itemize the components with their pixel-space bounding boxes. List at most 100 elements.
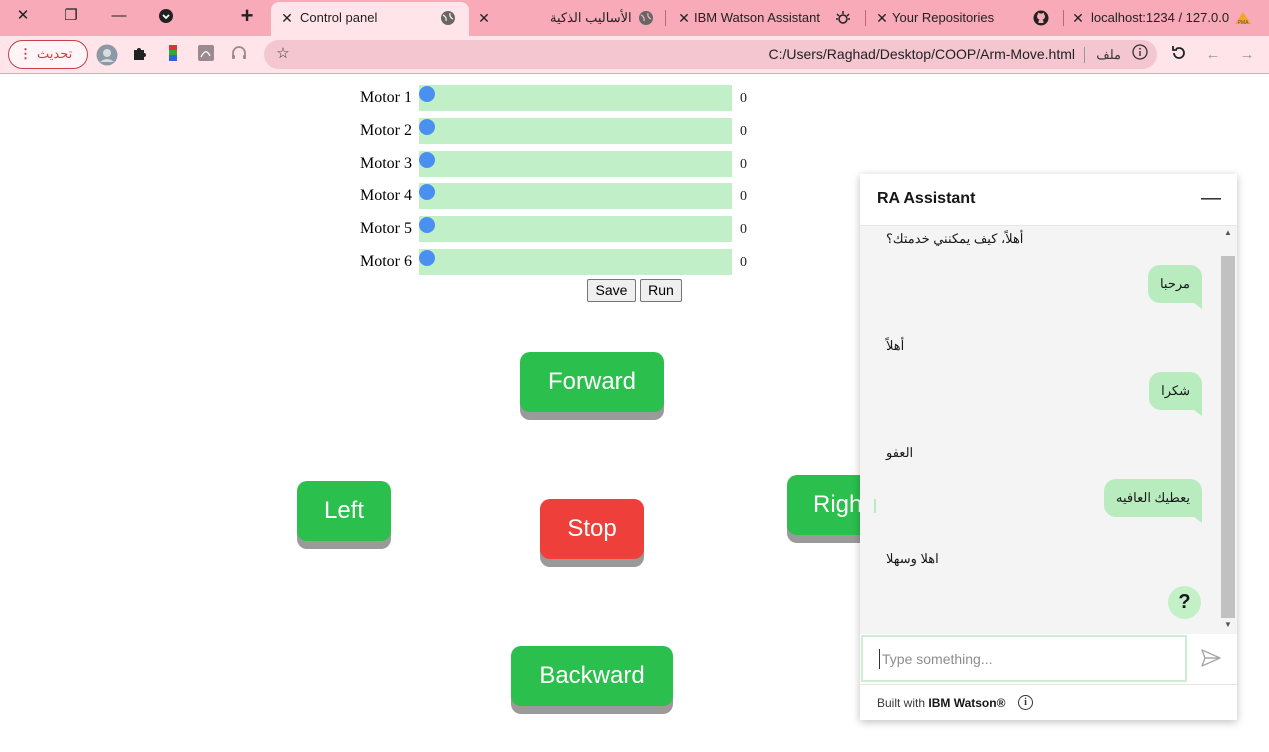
tab-label: Your Repositories	[892, 10, 995, 25]
tab-label: IBM Watson Assistant	[694, 10, 820, 25]
motor-row: Motor 6 0	[340, 249, 760, 275]
motor-slider[interactable]	[419, 85, 732, 111]
tab-smart-methods[interactable]: ✕ الأساليب الذكية	[470, 0, 666, 36]
save-button[interactable]: Save	[587, 279, 636, 302]
motor-value: 0	[740, 157, 747, 172]
globe-icon	[441, 11, 455, 25]
tab-label: الأساليب الذكية	[550, 10, 632, 25]
chat-messages: أهلاً، كيف يمكنني خدمتك؟ مرحبا أهلاً شكر…	[860, 226, 1237, 634]
user-message: شكرا	[1149, 372, 1202, 416]
motor-value: 0	[740, 91, 747, 106]
chat-input-box[interactable]	[861, 635, 1187, 682]
tab-separator	[865, 10, 866, 26]
tab-separator	[665, 10, 666, 26]
bot-message: اهلا وسهلا	[886, 551, 939, 566]
motor-value: 0	[740, 124, 747, 139]
slider-thumb[interactable]	[419, 184, 435, 200]
motor-label: Motor 5	[360, 220, 412, 237]
motor-value: 0	[740, 255, 747, 270]
more-menu-icon: ⋮	[19, 46, 32, 61]
tab-localhost[interactable]: ✕ localhost:1234 / 127.0.0 PMA	[1068, 0, 1268, 36]
chat-header: RA Assistant —	[860, 174, 1237, 226]
headset-extension-icon[interactable]	[228, 44, 250, 66]
motor-row: Motor 3 0	[340, 151, 760, 177]
extensions-icon[interactable]	[129, 44, 151, 66]
built-with-text: Built with IBM Watson®	[877, 696, 1006, 710]
motor-row: Motor 1 0	[340, 85, 760, 111]
left-button[interactable]: Left	[297, 481, 391, 541]
motor-row: Motor 5 0	[340, 216, 760, 242]
slider-thumb[interactable]	[419, 250, 435, 266]
info-icon[interactable]: i	[1018, 695, 1033, 710]
tab-close-icon[interactable]: ✕	[676, 0, 692, 36]
globe-icon	[639, 11, 653, 25]
address-toolbar: ⋮ تحديث ☆ C:/Users/Raghad/Desktop/COOP/A…	[0, 36, 1269, 74]
tab-close-icon[interactable]: ✕	[279, 2, 295, 34]
motor-slider[interactable]	[419, 118, 732, 144]
restore-window-icon[interactable]: ❐	[57, 4, 85, 28]
bookmark-star-icon[interactable]: ☆	[272, 43, 294, 65]
new-tab-button[interactable]: +	[233, 4, 261, 28]
tab-separator	[1063, 10, 1064, 26]
motor-label: Motor 4	[360, 187, 412, 204]
color-picker-extension-icon[interactable]	[162, 44, 184, 66]
tab-label: localhost:1234 / 127.0.0	[1091, 10, 1230, 25]
slider-thumb[interactable]	[419, 217, 435, 233]
close-window-icon[interactable]: ✕	[9, 4, 37, 28]
motor-slider[interactable]	[419, 183, 732, 209]
tab-close-icon[interactable]: ✕	[476, 0, 492, 36]
chat-footer: Built with IBM Watson® i	[860, 684, 1237, 720]
chat-widget: RA Assistant — أهلاً، كيف يمكنني خدمتك؟ …	[860, 174, 1237, 720]
send-icon[interactable]	[1200, 648, 1224, 670]
tab-search-icon[interactable]	[152, 4, 180, 28]
site-info-icon[interactable]	[1131, 44, 1149, 66]
url-divider	[1084, 47, 1085, 63]
pdf-extension-icon[interactable]	[195, 44, 217, 66]
slider-thumb[interactable]	[419, 86, 435, 102]
message-indicator	[874, 499, 876, 513]
tab-label: Control panel	[300, 10, 378, 25]
stop-button[interactable]: Stop	[540, 499, 644, 559]
chat-title: RA Assistant	[877, 190, 976, 207]
bot-message: أهلاً، كيف يمكنني خدمتك؟	[886, 231, 1024, 246]
back-arrow-icon[interactable]: →	[1236, 44, 1258, 66]
motor-slider[interactable]	[419, 249, 732, 275]
update-button[interactable]: ⋮ تحديث	[8, 40, 88, 69]
watson-icon	[836, 11, 850, 24]
github-icon	[1033, 10, 1049, 26]
bot-message: أهلاً	[886, 338, 905, 353]
scroll-up-arrow-icon[interactable]: ▲	[1222, 228, 1234, 237]
tab-ibm-watson[interactable]: ✕ IBM Watson Assistant	[672, 0, 864, 36]
url-scheme-label: ملف	[1096, 47, 1121, 62]
motor-slider[interactable]	[419, 216, 732, 242]
backward-button[interactable]: Backward	[511, 646, 673, 706]
tab-control-panel[interactable]: ✕ Control panel	[271, 2, 469, 36]
chat-scrollbar-thumb[interactable]	[1221, 256, 1235, 618]
slider-thumb[interactable]	[419, 119, 435, 135]
motor-label: Motor 6	[360, 253, 412, 270]
help-button[interactable]: ?	[1168, 586, 1201, 619]
address-bar[interactable]: ☆ C:/Users/Raghad/Desktop/COOP/Arm-Move.…	[264, 40, 1157, 69]
slider-thumb[interactable]	[419, 152, 435, 168]
run-button[interactable]: Run	[640, 279, 682, 302]
motor-value: 0	[740, 222, 747, 237]
profile-avatar[interactable]	[96, 44, 118, 66]
motor-slider[interactable]	[419, 151, 732, 177]
svg-text:PMA: PMA	[1238, 20, 1250, 26]
motor-row: Motor 2 0	[340, 118, 760, 144]
bot-message: العفو	[886, 445, 914, 460]
forward-arrow-icon[interactable]: ←	[1202, 44, 1224, 66]
tab-close-icon[interactable]: ✕	[874, 0, 890, 36]
chat-input[interactable]	[879, 649, 1169, 669]
motor-label: Motor 3	[360, 155, 412, 172]
tab-your-repositories[interactable]: ✕ Your Repositories	[870, 0, 1062, 36]
scroll-down-arrow-icon[interactable]: ▼	[1222, 620, 1234, 629]
minimize-chat-icon[interactable]: —	[1201, 188, 1221, 208]
minimize-window-icon[interactable]: —	[105, 4, 133, 28]
tab-close-icon[interactable]: ✕	[1070, 0, 1086, 36]
reload-icon[interactable]	[1168, 44, 1190, 66]
url-text[interactable]: C:/Users/Raghad/Desktop/COOP/Arm-Move.ht…	[768, 40, 1075, 69]
motor-value: 0	[740, 189, 747, 204]
forward-button[interactable]: Forward	[520, 352, 664, 412]
motor-row: Motor 4 0	[340, 183, 760, 209]
